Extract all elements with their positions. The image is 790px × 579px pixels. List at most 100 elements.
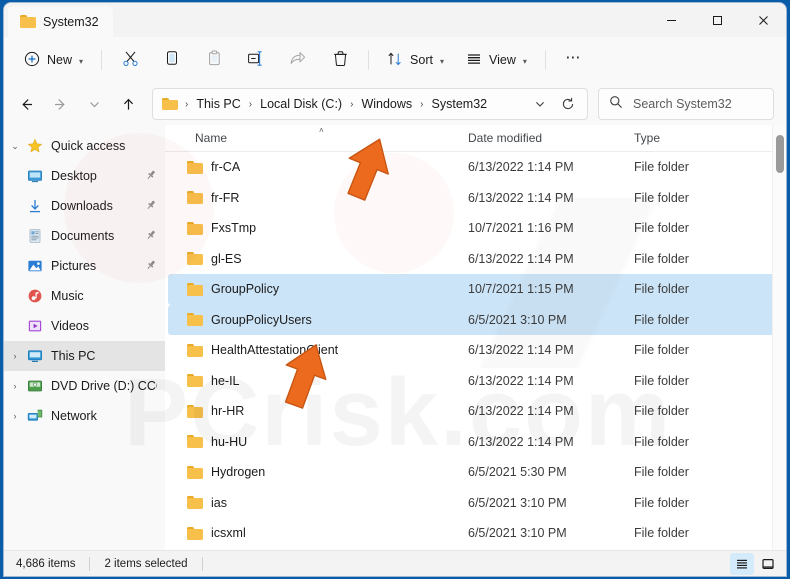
chevron-right-icon[interactable]: › <box>4 411 26 421</box>
sidebar-item-dvd-drive-d-cccc[interactable]: › DVD Drive (D:) CCCC <box>4 371 165 401</box>
file-name-label: fr-FR <box>211 190 240 205</box>
video-icon <box>26 318 44 334</box>
table-row[interactable]: GroupPolicyUsers 6/5/2021 3:10 PM File fol… <box>168 304 783 335</box>
close-button[interactable] <box>740 3 786 37</box>
forward-button[interactable] <box>44 88 76 120</box>
date-modified-cell: 6/5/2021 3:10 PM <box>468 312 567 327</box>
folder-icon <box>187 313 203 327</box>
type-cell: File folder <box>634 373 689 388</box>
paste-icon <box>206 50 223 70</box>
type-cell: File folder <box>634 251 689 266</box>
file-name-label: hu-HU <box>211 434 248 449</box>
file-name-cell: GroupPolicy <box>168 282 460 296</box>
share-icon <box>289 50 307 70</box>
chevron-right-icon[interactable]: › <box>4 381 26 391</box>
chevron-down-icon: ▾ <box>522 56 527 66</box>
column-header-date-modified[interactable]: Date modified <box>460 131 626 145</box>
chevron-down-icon[interactable]: ⌄ <box>4 141 26 152</box>
table-row[interactable]: gl-ES 6/13/2022 1:14 PM File folder <box>168 244 783 275</box>
file-name-cell: GroupPolicyUsers <box>168 313 460 327</box>
sidebar-item-quick-access[interactable]: ⌄ Quick access <box>4 131 165 161</box>
table-row[interactable]: fr-CA 6/13/2022 1:14 PM File folder <box>168 152 783 183</box>
breadcrumb[interactable]: › This PC › Local Disk (C:) › Windows › … <box>152 88 588 120</box>
table-row[interactable]: Hydrogen 6/5/2021 5:30 PM File folder <box>168 457 783 488</box>
sidebar-item-label: Pictures <box>51 259 97 273</box>
column-header-name[interactable]: Name <box>165 131 460 145</box>
details-view-button[interactable] <box>730 552 754 575</box>
breadcrumb-item-this-pc[interactable]: This PC <box>191 94 245 114</box>
refresh-icon[interactable] <box>555 91 581 117</box>
delete-button[interactable] <box>320 44 360 76</box>
minimize-button[interactable] <box>648 3 694 37</box>
sidebar-item-videos[interactable]: Videos <box>4 311 165 341</box>
sort-button[interactable]: Sort ▾ <box>377 44 454 76</box>
item-count: 4,686 items <box>16 557 76 570</box>
breadcrumb-item-windows[interactable]: Windows <box>356 94 417 114</box>
paste-button[interactable] <box>194 44 234 76</box>
table-row[interactable]: he-IL 6/13/2022 1:14 PM File folder <box>168 366 783 397</box>
sidebar-item-downloads[interactable]: Downloads <box>4 191 165 221</box>
table-row[interactable]: fr-FR 6/13/2022 1:14 PM File folder <box>168 183 783 214</box>
recent-locations-button[interactable] <box>78 88 110 120</box>
pin-icon[interactable] <box>145 259 157 274</box>
star-icon <box>26 138 44 154</box>
table-row[interactable]: FxsTmp 10/7/2021 1:16 PM File folder <box>168 213 783 244</box>
breadcrumb-separator: › <box>420 98 424 110</box>
back-button[interactable] <box>10 88 42 120</box>
large-icons-view-button[interactable] <box>756 553 780 575</box>
breadcrumb-item-local-disk[interactable]: Local Disk (C:) <box>255 94 347 114</box>
sidebar-item-label: Documents <box>51 229 115 243</box>
pin-icon[interactable] <box>145 199 157 214</box>
sidebar-item-documents[interactable]: Documents <box>4 221 165 251</box>
table-row[interactable]: HealthAttestationClient 6/13/2022 1:14 PM… <box>168 335 783 366</box>
explorer-tab-system32[interactable]: System32 <box>8 6 113 37</box>
sort-button-label: Sort <box>410 53 433 67</box>
pin-icon[interactable] <box>145 229 157 244</box>
sidebar-item-label: DVD Drive (D:) CCCC <box>51 379 157 393</box>
scrollbar-thumb[interactable] <box>776 135 784 173</box>
trash-icon <box>332 50 349 70</box>
copy-icon <box>164 50 181 70</box>
sidebar-item-pictures[interactable]: Pictures <box>4 251 165 281</box>
share-button[interactable] <box>278 44 318 76</box>
file-name-cell: gl-ES <box>168 252 460 266</box>
file-name-label: he-IL <box>211 373 240 388</box>
type-cell: File folder <box>634 160 689 175</box>
search-box[interactable] <box>598 88 774 120</box>
maximize-button[interactable] <box>694 3 740 37</box>
table-row[interactable]: ias 6/5/2021 3:10 PM File folder <box>168 488 783 519</box>
file-name-label: hr-HR <box>211 404 245 419</box>
folder-icon <box>187 160 203 174</box>
chevron-right-icon[interactable]: › <box>4 351 26 361</box>
new-button[interactable]: New ▾ <box>14 44 93 76</box>
copy-button[interactable] <box>152 44 192 76</box>
table-row[interactable]: GroupPolicy 10/7/2021 1:15 PM File folder <box>168 274 783 305</box>
search-input[interactable] <box>631 96 763 112</box>
table-row[interactable]: icsxml 6/5/2021 3:10 PM File folder <box>168 518 783 549</box>
sidebar-item-desktop[interactable]: Desktop <box>4 161 165 191</box>
view-button-label: View <box>488 53 516 67</box>
see-more-button[interactable]: ⋯ <box>554 44 594 76</box>
view-button[interactable]: View ▾ <box>456 44 537 76</box>
breadcrumb-separator: › <box>248 98 253 110</box>
file-name-label: gl-ES <box>211 251 242 266</box>
folder-icon <box>20 15 36 28</box>
sidebar-item-music[interactable]: Music <box>4 281 165 311</box>
pin-icon[interactable] <box>145 169 157 184</box>
file-name-label: fr-CA <box>211 160 241 175</box>
table-row[interactable]: hu-HU 6/13/2022 1:14 PM File folder <box>168 427 783 458</box>
chevron-down-icon[interactable] <box>527 91 553 117</box>
column-header-type[interactable]: Type <box>626 131 766 145</box>
breadcrumb-separator: › <box>185 98 189 110</box>
vertical-scrollbar[interactable] <box>772 125 786 550</box>
rename-button[interactable] <box>236 44 276 76</box>
up-button[interactable] <box>112 88 144 120</box>
folder-icon <box>187 221 203 235</box>
folder-icon <box>187 282 203 296</box>
cut-button[interactable] <box>110 44 150 76</box>
sidebar-item-network[interactable]: › Network <box>4 401 165 431</box>
breadcrumb-item-system32[interactable]: System32 <box>427 94 493 114</box>
sidebar-item-this-pc[interactable]: › This PC <box>4 341 165 371</box>
table-row[interactable]: hr-HR 6/13/2022 1:14 PM File folder <box>168 396 783 427</box>
file-name-cell: hu-HU <box>168 435 460 449</box>
